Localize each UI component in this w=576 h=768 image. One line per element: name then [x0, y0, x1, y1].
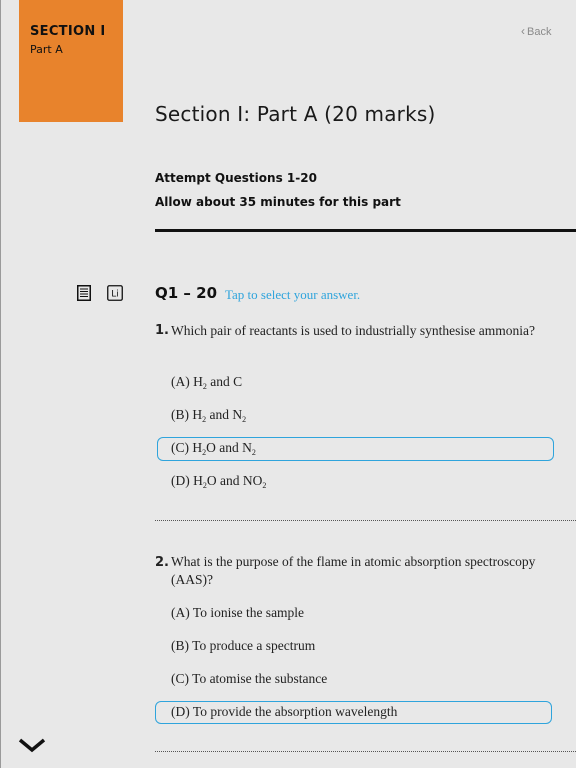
- question-1-number: 1.: [155, 323, 169, 338]
- section-tab: SECTION I Part A: [19, 0, 123, 122]
- question-2-text: What is the purpose of the flame in atom…: [171, 554, 536, 587]
- instruction-attempt: Attempt Questions 1-20: [155, 171, 317, 185]
- section-tab-subtitle: Part A: [30, 43, 63, 56]
- element-symbol-icon[interactable]: Li: [107, 285, 123, 301]
- chevron-down-icon[interactable]: [18, 736, 46, 754]
- questions-hint: Tap to select your answer.: [225, 287, 361, 302]
- page-title: Section I: Part A (20 marks): [155, 102, 436, 126]
- question-2-number: 2.: [155, 555, 169, 570]
- question-divider-1: [155, 520, 576, 521]
- q2-option-b[interactable]: (B) To produce a spectrum: [171, 638, 315, 654]
- q1-option-d[interactable]: (D) H2O and NO2: [171, 473, 266, 490]
- q2-option-d[interactable]: (D) To provide the absorption wavelength: [171, 704, 397, 720]
- q2-option-c[interactable]: (C) To atomise the substance: [171, 671, 327, 687]
- q1-option-b[interactable]: (B) H2 and N2: [171, 407, 246, 424]
- question-1-text: Which pair of reactants is used to indus…: [171, 323, 536, 338]
- instruction-time: Allow about 35 minutes for this part: [155, 195, 401, 209]
- q1-option-c[interactable]: (C) H2O and N2: [171, 440, 256, 457]
- question-divider-2: [155, 751, 576, 752]
- section-tab-title: SECTION I: [30, 24, 106, 39]
- q2-option-a[interactable]: (A) To ionise the sample: [171, 605, 304, 621]
- chevron-left-icon: ‹: [521, 24, 525, 38]
- q1-option-a[interactable]: (A) H2 and C: [171, 374, 242, 391]
- periodic-table-icon[interactable]: [77, 285, 91, 301]
- back-button[interactable]: ‹ Back: [521, 24, 551, 38]
- element-symbol-label: Li: [111, 290, 119, 300]
- section-divider: [155, 229, 576, 232]
- back-label: Back: [527, 26, 552, 38]
- left-edge-divider: [0, 0, 1, 768]
- questions-range: Q1 – 20: [155, 284, 218, 302]
